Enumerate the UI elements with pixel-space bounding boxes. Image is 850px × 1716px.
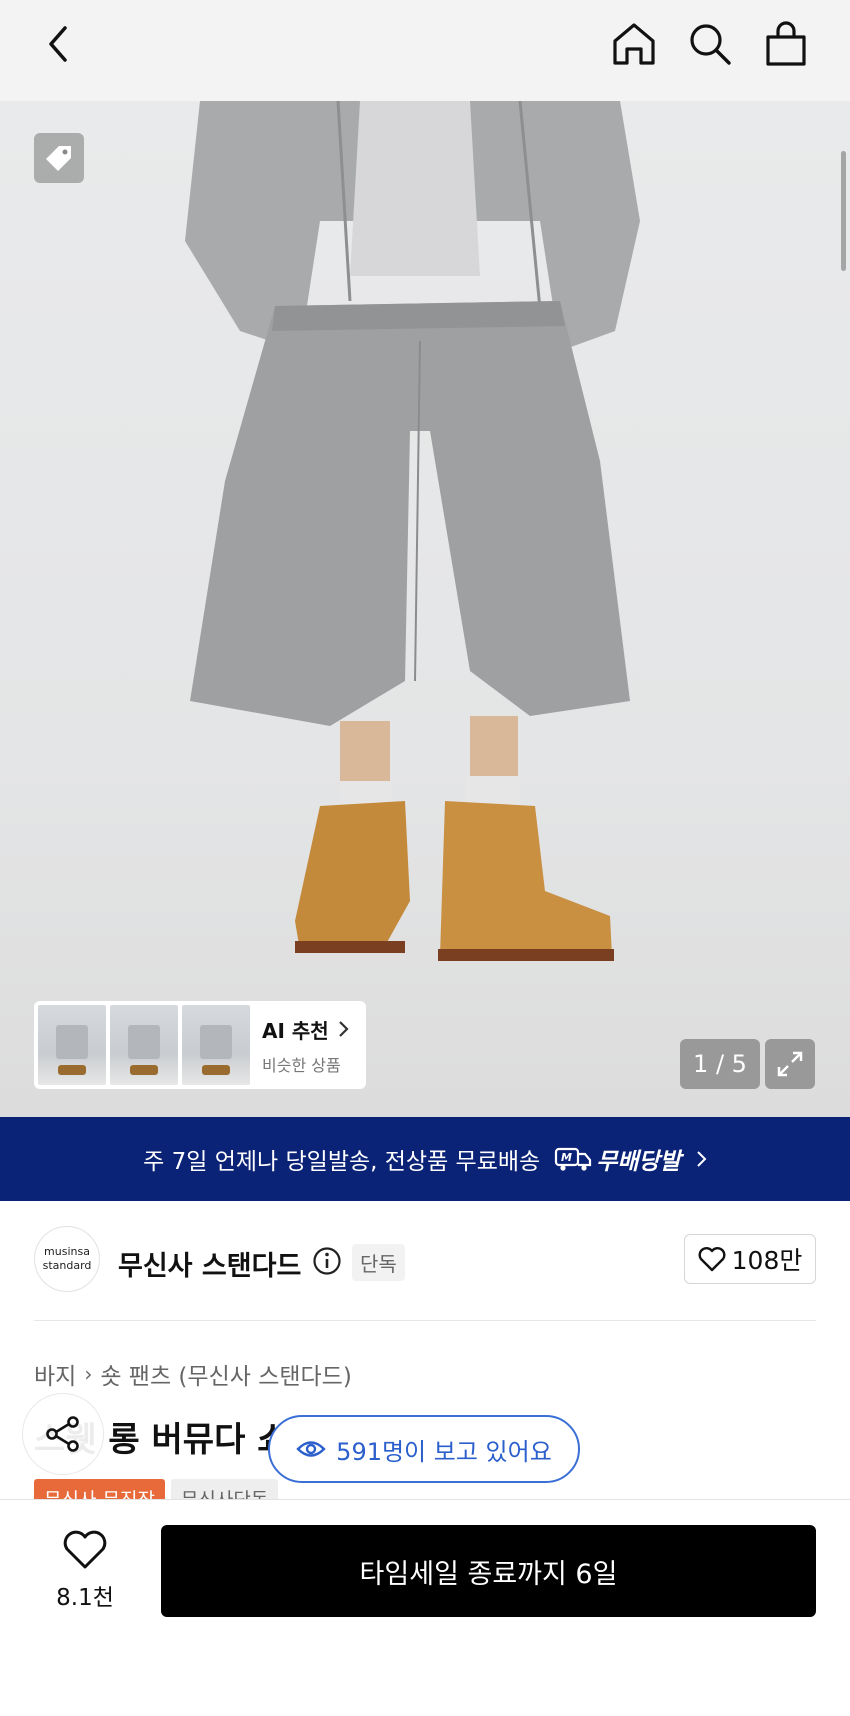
expand-image-button[interactable]	[765, 1039, 815, 1089]
free-shipping-logo-text: 무배당발	[596, 1149, 681, 1175]
image-counter: 1 / 5	[680, 1039, 760, 1089]
info-icon[interactable]	[312, 1246, 342, 1276]
tag-button[interactable]	[34, 133, 84, 183]
bottom-action-bar: 8.1천 타임세일 종료까지 6일	[0, 1500, 850, 1716]
breadcrumb-item[interactable]: 숏 팬츠 (무신사 스탠다드)	[100, 1357, 351, 1391]
back-button[interactable]	[34, 18, 86, 70]
free-shipping-logo: M 무배당발	[554, 1142, 681, 1176]
tag-icon	[46, 146, 71, 171]
product-image-gallery[interactable]	[0, 101, 850, 1117]
home-icon	[613, 23, 655, 65]
shipping-banner-text: 주 7일 언제나 당일발송, 전상품 무료배송	[143, 1149, 541, 1175]
product-photo	[185, 101, 640, 961]
breadcrumb: 바지 › 숏 팬츠 (무신사 스탠다드)	[34, 1357, 352, 1391]
exclusive-badge: 단독	[352, 1244, 405, 1281]
ai-thumbnail	[38, 1005, 106, 1085]
svg-text:M: M	[561, 1151, 572, 1164]
heart-icon	[63, 1530, 107, 1569]
ai-thumbnail	[182, 1005, 250, 1085]
share-icon	[46, 1416, 79, 1452]
scroll-indicator	[841, 151, 846, 271]
eye-icon	[296, 1441, 326, 1457]
badge-musinsa-mujinjang: 무신사 무진장	[34, 1479, 165, 1501]
shipping-banner[interactable]: 주 7일 언제나 당일발송, 전상품 무료배송 M 무배당발	[0, 1117, 850, 1201]
search-button[interactable]	[684, 18, 736, 70]
brand-logo-line1: musinsa	[44, 1245, 90, 1258]
back-icon	[49, 26, 67, 62]
ai-recommend-subtitle: 비슷한 상품	[262, 1055, 341, 1075]
chevron-right-icon	[338, 1021, 349, 1037]
ai-recommend-title: AI 추천	[262, 1015, 351, 1044]
ai-recommend-text: AI 추천 비슷한 상품	[262, 1015, 351, 1076]
divider	[34, 1320, 816, 1321]
breadcrumb-item[interactable]: 바지	[34, 1357, 76, 1391]
ai-recommend-label: AI 추천	[262, 1018, 329, 1043]
truck-icon: M	[555, 1147, 592, 1171]
ai-thumbnail	[110, 1005, 178, 1085]
brand-like-count: 108만	[731, 1246, 803, 1275]
brand-logo[interactable]: musinsa standard	[34, 1226, 100, 1292]
ai-recommend-card[interactable]: AI 추천 비슷한 상품	[34, 1001, 366, 1089]
brand-name[interactable]: 무신사 스탠다드	[118, 1244, 301, 1283]
bag-icon	[766, 21, 806, 66]
top-navigation-bar	[0, 0, 850, 101]
cart-button[interactable]	[760, 18, 812, 70]
viewer-count-pill: 591명이 보고 있어요	[268, 1415, 580, 1483]
search-icon	[690, 24, 731, 65]
badge-musinsa-exclusive: 무신사단독	[170, 1479, 279, 1501]
home-button[interactable]	[608, 18, 660, 70]
breadcrumb-separator-icon: ›	[84, 1362, 93, 1386]
expand-icon	[777, 1051, 803, 1077]
heart-icon	[698, 1247, 726, 1272]
wishlist-button[interactable]: 8.1천	[50, 1530, 120, 1612]
wishlist-count: 8.1천	[56, 1585, 114, 1611]
brand-row: musinsa standard 무신사 스탠다드 단독 108만	[34, 1226, 816, 1296]
product-badges: 무신사 무진장 무신사단독	[34, 1479, 279, 1501]
brand-like-button[interactable]: 108만	[684, 1234, 816, 1284]
share-button[interactable]	[22, 1393, 104, 1475]
viewer-count-text: 591명이 보고 있어요	[336, 1437, 552, 1466]
chevron-right-icon	[697, 1151, 707, 1167]
buy-button[interactable]: 타임세일 종료까지 6일	[161, 1525, 816, 1617]
brand-logo-line2: standard	[42, 1259, 92, 1272]
